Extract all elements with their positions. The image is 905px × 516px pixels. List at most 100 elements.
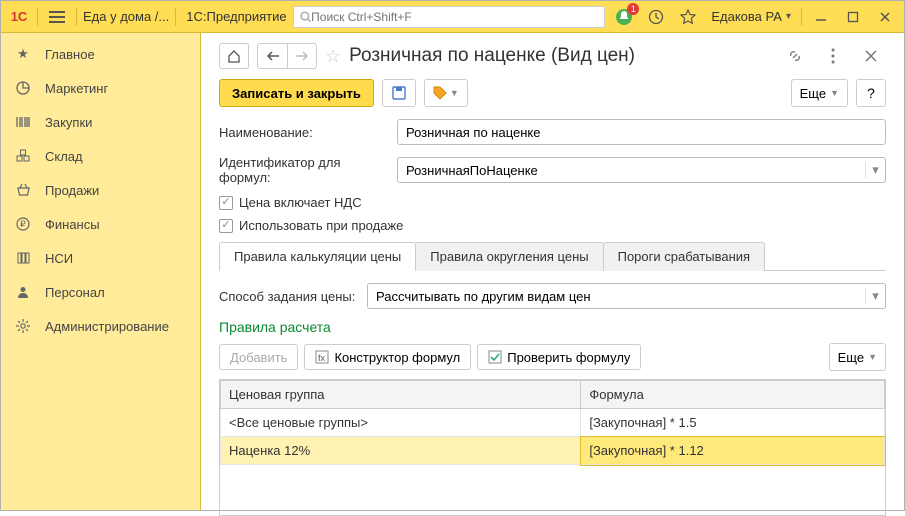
sidebar-item-ref[interactable]: НСИ xyxy=(1,241,200,275)
col-group[interactable]: Ценовая группа xyxy=(221,381,581,409)
forward-button[interactable] xyxy=(287,43,317,69)
check-formula-icon xyxy=(488,350,502,364)
method-input[interactable] xyxy=(368,289,865,304)
star-outline-icon[interactable]: ☆ xyxy=(325,46,341,67)
sidebar-item-sales[interactable]: Продажи xyxy=(1,173,200,207)
close-icon xyxy=(879,11,891,23)
page-header: ☆ Розничная по наценке (Вид цен) xyxy=(201,33,904,75)
sidebar-label: Финансы xyxy=(45,217,100,232)
barcode-icon xyxy=(15,114,31,130)
caret-down-icon: ▼ xyxy=(830,88,839,98)
favorite-button[interactable] xyxy=(675,5,701,29)
home-icon xyxy=(227,49,241,63)
sidebar-item-personnel[interactable]: Персонал xyxy=(1,275,200,309)
col-formula[interactable]: Формула xyxy=(581,381,885,409)
form: Наименование: Идентификатор для формул: … xyxy=(201,119,904,516)
user-name: Едакова РА xyxy=(711,9,782,24)
constructor-button[interactable]: fx Конструктор формул xyxy=(304,344,471,370)
sidebar-item-main[interactable]: ★ Главное xyxy=(1,37,200,71)
sale-label: Использовать при продаже xyxy=(239,218,403,233)
basket-icon xyxy=(15,182,31,198)
add-button[interactable]: Добавить xyxy=(219,344,298,370)
close-page-button[interactable] xyxy=(856,43,886,69)
method-select[interactable]: ▾ xyxy=(367,283,886,309)
method-row: Способ задания цены: ▾ xyxy=(219,283,886,309)
tag-dropdown-button[interactable]: ▼ xyxy=(424,79,468,107)
separator xyxy=(175,8,176,26)
sidebar-label: Маркетинг xyxy=(45,81,108,96)
constructor-label: Конструктор формул xyxy=(334,350,460,365)
titlebar: 1C Еда у дома /... 1С:Предприятие 1 Едак… xyxy=(1,1,904,33)
more-button[interactable]: Еще ▼ xyxy=(791,79,848,107)
notifications-button[interactable]: 1 xyxy=(611,5,637,29)
global-search[interactable] xyxy=(293,6,606,28)
method-label: Способ задания цены: xyxy=(219,289,359,304)
caret-down-icon[interactable]: ▾ xyxy=(865,288,885,304)
sidebar-item-admin[interactable]: Администрирование xyxy=(1,309,200,343)
home-button[interactable] xyxy=(219,43,249,69)
table-row[interactable]: Наценка 12% [Закупочная] * 1.12 xyxy=(221,437,885,465)
cell-formula[interactable]: [Закупочная] * 1.12 xyxy=(581,437,885,465)
rules-table: Ценовая группа Формула <Все ценовые груп… xyxy=(220,380,885,465)
star-icon: ★ xyxy=(15,46,31,62)
id-select[interactable]: ▾ xyxy=(397,157,886,183)
name-label: Наименование: xyxy=(219,125,389,140)
caret-down-icon: ▼ xyxy=(868,352,877,362)
caret-down-icon[interactable]: ▾ xyxy=(865,162,885,178)
id-input[interactable] xyxy=(398,163,865,178)
star-icon xyxy=(680,9,696,25)
sidebar-label: Склад xyxy=(45,149,83,164)
sidebar-item-warehouse[interactable]: Склад xyxy=(1,139,200,173)
person-icon xyxy=(15,284,31,300)
back-button[interactable] xyxy=(257,43,287,69)
table-toolbar: Добавить fx Конструктор формул Проверить… xyxy=(219,343,886,371)
more-label: Еще xyxy=(838,350,864,365)
sidebar-item-purchases[interactable]: Закупки xyxy=(1,105,200,139)
tag-icon xyxy=(433,86,447,100)
table-empty-area xyxy=(220,465,885,515)
close-window-button[interactable] xyxy=(872,5,898,29)
svg-text:fx: fx xyxy=(318,353,326,363)
cell-formula[interactable]: [Закупочная] * 1.5 xyxy=(581,409,885,437)
tab-thresholds[interactable]: Пороги срабатывания xyxy=(603,242,765,271)
save-button[interactable] xyxy=(382,79,416,107)
sidebar-item-marketing[interactable]: Маркетинг xyxy=(1,71,200,105)
sidebar-label: Продажи xyxy=(45,183,99,198)
separator xyxy=(801,8,802,26)
minimize-button[interactable] xyxy=(808,5,834,29)
vat-label: Цена включает НДС xyxy=(239,195,362,210)
user-menu[interactable]: Едакова РА ▾ xyxy=(707,9,795,24)
save-close-button[interactable]: Записать и закрыть xyxy=(219,79,374,107)
table-more-button[interactable]: Еще ▼ xyxy=(829,343,886,371)
kebab-button[interactable] xyxy=(818,43,848,69)
nav-buttons xyxy=(257,43,317,69)
sale-checkbox-row[interactable]: ✓ Использовать при продаже xyxy=(219,218,886,233)
minimize-icon xyxy=(815,11,827,23)
link-button[interactable] xyxy=(780,43,810,69)
search-input[interactable] xyxy=(311,10,598,24)
history-button[interactable] xyxy=(643,5,669,29)
caret-down-icon: ▼ xyxy=(450,88,459,98)
formula-icon: fx xyxy=(315,350,329,364)
maximize-button[interactable] xyxy=(840,5,866,29)
vat-checkbox-row[interactable]: ✓ Цена включает НДС xyxy=(219,195,886,210)
cell-group[interactable]: <Все ценовые группы> xyxy=(221,409,581,437)
help-button[interactable]: ? xyxy=(856,79,886,107)
link-icon xyxy=(787,48,803,64)
tab-calc-rules[interactable]: Правила калькуляции цены xyxy=(219,242,416,271)
kebab-icon xyxy=(831,48,835,64)
check-formula-button[interactable]: Проверить формулу xyxy=(477,344,641,370)
separator xyxy=(76,8,77,26)
name-row: Наименование: xyxy=(219,119,886,145)
table-row[interactable]: <Все ценовые группы> [Закупочная] * 1.5 xyxy=(221,409,885,437)
tab-round-rules[interactable]: Правила округления цены xyxy=(415,242,603,271)
cell-group[interactable]: Наценка 12% xyxy=(221,437,581,465)
sidebar-label: Главное xyxy=(45,47,95,62)
gear-icon xyxy=(15,318,31,334)
clock-icon xyxy=(648,9,664,25)
sidebar-label: Администрирование xyxy=(45,319,169,334)
sidebar-label: Закупки xyxy=(45,115,92,130)
name-input[interactable] xyxy=(397,119,886,145)
menu-button[interactable] xyxy=(44,5,70,29)
sidebar-item-finance[interactable]: ₽ Финансы xyxy=(1,207,200,241)
